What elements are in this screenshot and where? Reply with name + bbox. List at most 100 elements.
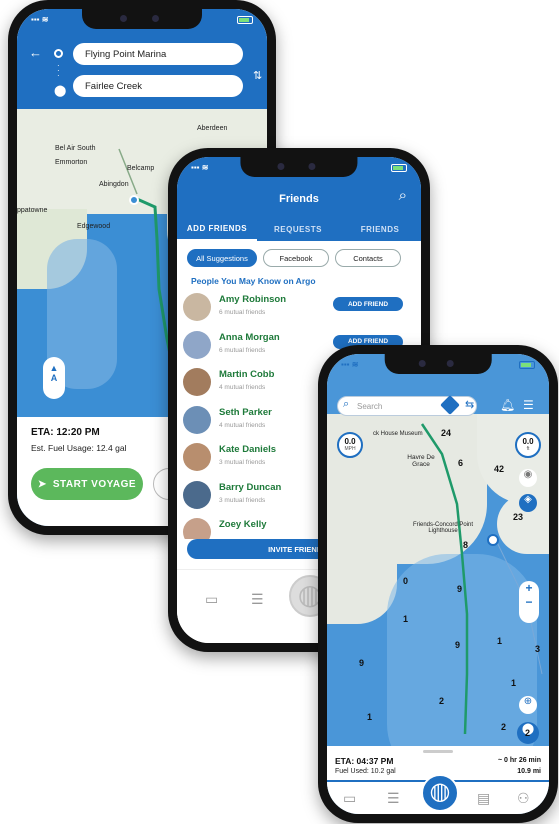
map-label: Abingdon [99, 181, 129, 188]
notch [82, 9, 202, 29]
logbook-icon[interactable]: ▭ [343, 790, 356, 807]
map-label: Aberdeen [197, 125, 228, 132]
destination-input[interactable]: Fairlee Creek [73, 75, 243, 97]
speed-value: 0.0 [344, 437, 356, 446]
location-pin-button[interactable]: ◉ [519, 469, 537, 487]
depth-label: 1 [367, 712, 373, 722]
mutual-friends-count: 3 mutual friends [219, 496, 266, 504]
friend-name: Amy Robinson [219, 294, 287, 305]
drag-handle[interactable] [423, 750, 453, 753]
friend-name: Seth Parker [219, 406, 272, 418]
navigation-screen: ▪▪▪ ≋ ⌕ Search ⇆ 🔔︎ ☰ 0.0 MPH 0.0 ft ◉ ◈… [327, 354, 549, 814]
depth-label: 1 [403, 614, 409, 624]
fuel-estimate-text: Est. Fuel Usage: 12.4 gal [31, 443, 127, 453]
stage: Aberdeen Bel Air South Emmorton Belcamp … [0, 0, 559, 824]
tab-add-friends[interactable]: ADD FRIENDS [177, 217, 257, 241]
notch [240, 157, 358, 177]
speed-unit: MPH [344, 446, 356, 452]
route-dots-icon: · · · [57, 61, 60, 80]
map-badge-label: A [50, 373, 58, 383]
depth-label: 42 [494, 464, 505, 474]
recenter-button[interactable]: ⊕ [519, 696, 537, 714]
mutual-friends-count: 4 mutual friends [219, 421, 266, 429]
depth-label: 0 [403, 576, 409, 586]
route-options-icon[interactable]: ⇆ [465, 398, 474, 411]
tab-friends[interactable]: FRIENDS [339, 217, 421, 241]
depth-label: 2 [501, 722, 507, 732]
zoom-out-button[interactable]: − [519, 595, 539, 609]
zoom-control: + − [519, 581, 539, 623]
depth-label: 23 [513, 512, 524, 522]
heading-value: 0.0 [522, 437, 534, 446]
mutual-friends-count: 6 mutual friends [219, 309, 266, 316]
destination-pin-icon: ⬤ [54, 85, 67, 97]
mutual-friends-count: 6 mutual friends [219, 346, 266, 354]
tab-requests[interactable]: REQUESTS [257, 217, 339, 241]
back-icon[interactable]: ← [29, 45, 42, 60]
eta-text: ETA: 12:20 PM [31, 427, 100, 438]
depth-label: 9 [359, 658, 365, 668]
depth-label: 8 [463, 540, 469, 550]
friends-tabs: ADD FRIENDS REQUESTS FRIENDS [177, 217, 421, 241]
friend-name: Martin Cobb [219, 369, 275, 380]
friend-name: Zoey Kelly [219, 519, 267, 530]
search-placeholder: Search [357, 402, 383, 411]
menu-icon[interactable]: ☰ [523, 398, 534, 412]
map-label-museum: ck House Museum [373, 431, 423, 437]
nav-eta: ETA: 04:37 PM [335, 756, 394, 766]
heading-unit: ft [526, 446, 530, 452]
map-label: Edgewood [77, 223, 111, 230]
avatar [183, 330, 211, 359]
section-title: People You May Know on Argo [191, 276, 316, 286]
logbook-icon[interactable]: ▭ [205, 591, 218, 608]
notch [384, 354, 492, 374]
depth-label: 1 [511, 678, 517, 688]
globe-button[interactable]: ◍ [421, 774, 459, 812]
origin-input[interactable]: Flying Point Marina [73, 43, 243, 65]
list-icon[interactable]: ☰ [251, 591, 264, 608]
depth-label: 1 [497, 636, 503, 646]
layers-button[interactable]: ◈ [519, 494, 537, 512]
depth-label: 2 [439, 696, 445, 706]
nav-fuel-used: Fuel Used: 10.2 gal [335, 768, 396, 775]
list-icon[interactable]: ☰ [387, 790, 400, 807]
start-voyage-button[interactable]: ➤ START VOYAGE [31, 468, 143, 500]
zoom-in-button[interactable]: + [519, 581, 539, 595]
mutual-friends-count: 4 mutual friends [219, 384, 266, 391]
start-voyage-label: START VOYAGE [52, 478, 137, 490]
avatar [183, 518, 211, 539]
battery-icon [391, 164, 407, 172]
signal-icon: ▪▪▪ ≋ [341, 360, 359, 369]
depth-label: 6 [458, 458, 464, 468]
chip-contacts[interactable]: Contacts [335, 249, 401, 267]
avatar [183, 293, 211, 321]
chat-icon[interactable]: ▤ [477, 790, 490, 807]
chip-all-suggestions[interactable]: All Suggestions [187, 249, 257, 267]
friend-name: Barry Duncan [219, 481, 282, 493]
friend-row[interactable]: Amy Robinson 6 mutual friends ADD FRIEND [183, 291, 415, 327]
battery-icon [519, 361, 535, 369]
depth-label: 9 [457, 584, 463, 594]
swap-icon[interactable]: ⇅ [253, 69, 262, 82]
search-icon[interactable]: ⌕ [399, 187, 407, 204]
origin-marker[interactable] [129, 195, 139, 205]
mutual-friends-count: 3 mutual friends [219, 459, 266, 466]
depth-label: 3 [535, 644, 541, 654]
avatar [183, 405, 211, 434]
map-label-lighthouse: Friends-Concord Point Lighthouse [412, 522, 474, 534]
heading-gauge: 0.0 ft [515, 432, 541, 458]
avatar [183, 443, 211, 471]
signal-icon: ▪▪▪ ≋ [191, 163, 209, 172]
speed-gauge: 0.0 MPH [337, 432, 363, 458]
add-friend-button[interactable]: ADD FRIEND [333, 297, 403, 311]
battery-icon [237, 16, 253, 24]
chip-facebook[interactable]: Facebook [263, 249, 329, 267]
depth-label: 2 [525, 728, 531, 738]
map-badge-button[interactable]: ▲ A [43, 357, 65, 399]
vessel-marker[interactable] [487, 534, 499, 546]
friend-name: Kate Daniels [219, 444, 277, 455]
map-label: Belcamp [127, 165, 155, 172]
friends-icon[interactable]: ⚇ [517, 790, 530, 807]
map-label: ppatowne [17, 207, 48, 214]
notifications-icon[interactable]: 🔔︎ [500, 398, 515, 412]
